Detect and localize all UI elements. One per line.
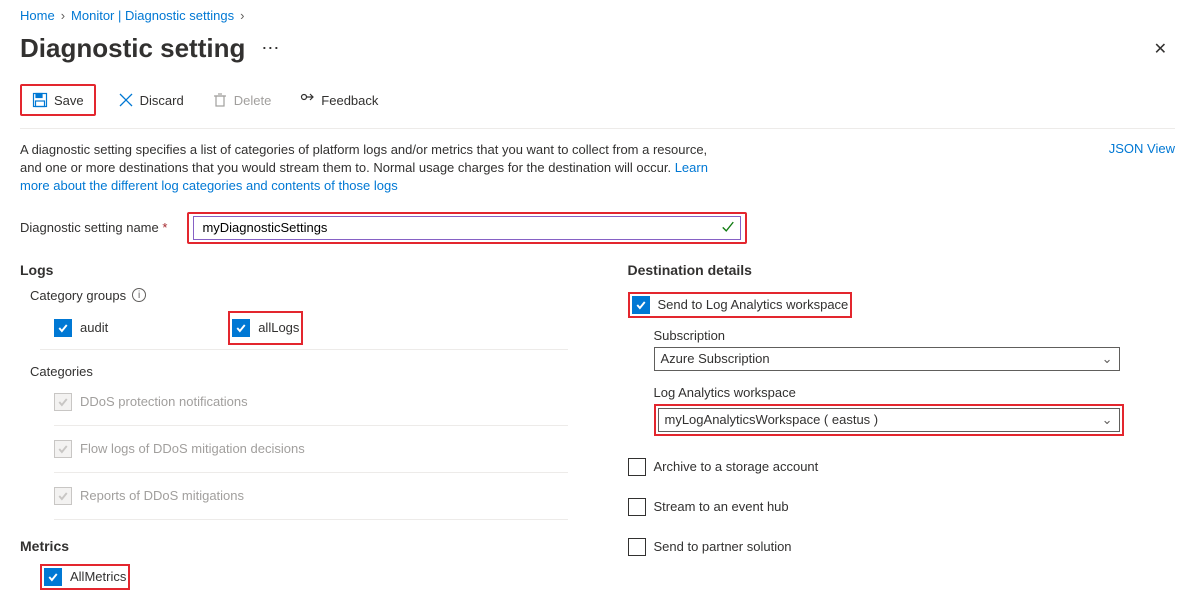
more-menu-button[interactable]: ⋯ [255,38,287,59]
workspace-label: Log Analytics workspace [654,385,1176,400]
feedback-icon [299,92,315,108]
description-text: A diagnostic setting specifies a list of… [20,141,720,196]
partner-label[interactable]: Send to partner solution [654,539,792,554]
audit-label[interactable]: audit [80,320,108,335]
chevron-down-icon: ⌄ [1102,351,1113,367]
trash-icon [212,92,228,108]
toolbar: Save Discard Delete Feedback [20,78,1175,129]
logs-heading: Logs [20,262,568,278]
workspace-value: myLogAnalyticsWorkspace ( eastus ) [665,412,879,427]
allmetrics-checkbox[interactable] [44,568,62,586]
subscription-value: Azure Subscription [661,351,770,366]
subscription-select[interactable]: Azure Subscription ⌄ [654,347,1120,371]
workspace-select[interactable]: myLogAnalyticsWorkspace ( eastus ) ⌄ [658,408,1120,432]
description-body: A diagnostic setting specifies a list of… [20,142,707,175]
law-checkbox[interactable] [632,296,650,314]
name-label: Diagnostic setting name * [20,220,167,235]
cat1-label: DDoS protection notifications [80,394,248,409]
cat3-label: Reports of DDoS mitigations [80,488,244,503]
diagnostic-name-input[interactable] [193,216,741,240]
destination-column: Destination details Send to Log Analytic… [628,262,1176,590]
cat3-checkbox [54,487,72,505]
save-button-label: Save [54,93,84,108]
category-groups-heading: Category groups i [30,288,568,303]
breadcrumb: Home › Monitor | Diagnostic settings › [20,0,1175,27]
breadcrumb-home[interactable]: Home [20,8,55,23]
feedback-button-label: Feedback [321,93,378,108]
allmetrics-label[interactable]: AllMetrics [70,569,126,584]
check-icon [721,219,735,236]
cat2-checkbox [54,440,72,458]
delete-button: Delete [206,88,278,112]
delete-button-label: Delete [234,93,272,108]
close-icon [118,92,134,108]
json-view-link[interactable]: JSON View [1109,141,1175,156]
storage-label[interactable]: Archive to a storage account [654,459,819,474]
categories-heading: Categories [30,364,568,379]
chevron-right-icon: › [61,8,65,23]
eventhub-label[interactable]: Stream to an event hub [654,499,789,514]
cat2-label: Flow logs of DDoS mitigation decisions [80,441,305,456]
metrics-heading: Metrics [20,538,568,554]
storage-checkbox[interactable] [628,458,646,476]
alllogs-checkbox[interactable] [232,319,250,337]
save-button[interactable]: Save [26,88,90,112]
page-title: Diagnostic setting [20,33,245,64]
discard-button[interactable]: Discard [112,88,190,112]
cat1-checkbox [54,393,72,411]
chevron-down-icon: ⌄ [1102,412,1113,428]
chevron-right-icon: › [240,8,244,23]
discard-button-label: Discard [140,93,184,108]
logs-column: Logs Category groups i audit allLogs Cat… [20,262,568,590]
feedback-button[interactable]: Feedback [293,88,384,112]
breadcrumb-monitor[interactable]: Monitor | Diagnostic settings [71,8,234,23]
close-button[interactable]: ✕ [1146,35,1175,63]
info-icon[interactable]: i [132,288,146,302]
eventhub-checkbox[interactable] [628,498,646,516]
law-label[interactable]: Send to Log Analytics workspace [658,297,849,312]
destination-heading: Destination details [628,262,1176,278]
alllogs-label[interactable]: allLogs [258,320,299,335]
audit-checkbox[interactable] [54,319,72,337]
save-icon [32,92,48,108]
partner-checkbox[interactable] [628,538,646,556]
title-row: Diagnostic setting ⋯ ✕ [20,27,1175,78]
subscription-label: Subscription [654,328,1176,343]
